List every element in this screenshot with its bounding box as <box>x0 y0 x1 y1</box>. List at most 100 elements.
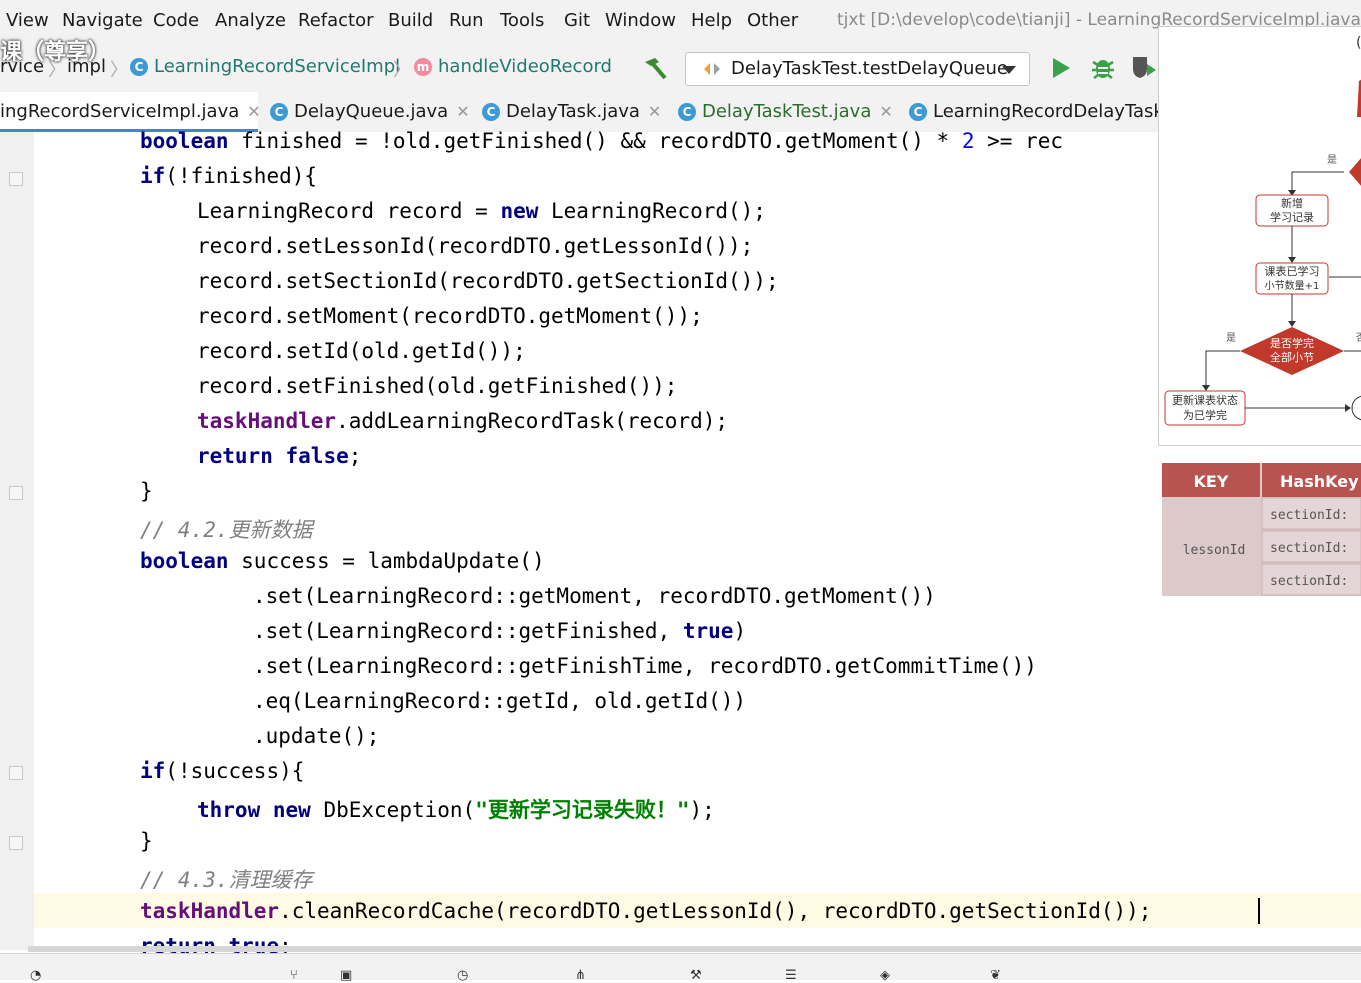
tab-delay-task[interactable]: C DelayTask.java ✕ <box>482 92 662 132</box>
build-tool-icon[interactable]: ⚒ <box>690 968 702 983</box>
fold-marker-icon[interactable] <box>9 836 23 850</box>
menu-view[interactable]: View <box>6 10 49 31</box>
menu-build[interactable]: Build <box>388 10 433 31</box>
coverage-icon[interactable] <box>1130 54 1158 80</box>
flow-no-label: 否 <box>1356 332 1361 344</box>
test-class-icon: C <box>678 103 696 121</box>
table-key-cell: lessonId <box>1183 543 1246 558</box>
flow-yes-label-2: 是 <box>1226 332 1236 344</box>
code-line: .eq(LearningRecord::getId, old.getId()) <box>253 689 747 713</box>
flow-box2-line2: 小节数量+1 <box>1265 279 1320 292</box>
table-hashkey-cell: sectionId: <box>1270 574 1348 589</box>
flow-diamond-line1: 是否学完 <box>1270 336 1314 350</box>
close-icon[interactable]: ✕ <box>456 102 469 121</box>
code-line: } <box>140 479 153 503</box>
code-line: record.setSectionId(recordDTO.getSection… <box>197 269 779 293</box>
flow-diamond-line2: 全部小节 <box>1270 350 1314 364</box>
tab-learning-record-service-impl[interactable]: ingRecordServiceImpl.java ✕ <box>0 92 261 132</box>
code-line: LearningRecord record = new LearningReco… <box>197 199 766 223</box>
breadcrumb-method[interactable]: m handleVideoRecord <box>414 56 612 77</box>
code-editor[interactable]: boolean finished = !old.getFinished() &&… <box>0 129 1361 958</box>
code-line: if(!success){ <box>140 759 305 783</box>
horizontal-scrollbar[interactable] <box>28 946 1361 952</box>
debug-icon[interactable] <box>1090 54 1116 80</box>
code-line: } <box>140 829 153 853</box>
class-icon: C <box>270 103 288 121</box>
code-line: throw new DbException("更新学习记录失败！"); <box>197 798 715 822</box>
table-hashkey-cell: sectionId: <box>1270 508 1348 523</box>
tab-label: DelayTaskTest.java <box>702 101 872 122</box>
code-comment: // 4.2.更新数据 <box>140 518 313 542</box>
tab-delay-queue[interactable]: C DelayQueue.java ✕ <box>270 92 470 132</box>
flow-box1-line2: 学习记录 <box>1270 210 1314 224</box>
build-hammer-icon[interactable] <box>641 54 669 82</box>
flow-box3-line1: 更新课表状态 <box>1172 393 1238 407</box>
chevron-down-icon <box>1002 66 1016 74</box>
class-icon: C <box>130 58 148 76</box>
editor-tab-bar: ingRecordServiceImpl.java ✕ C DelayQueue.j… <box>0 92 1361 133</box>
tab-label: DelayQueue.java <box>294 101 449 122</box>
redis-hash-table-overlay: KEY HashKey lessonId sectionId: sectionI… <box>1162 463 1361 596</box>
code-line: .update(); <box>253 724 380 748</box>
fold-marker-icon[interactable] <box>9 766 23 780</box>
breadcrumb-method-label: handleVideoRecord <box>438 56 612 77</box>
tab-delay-task-test[interactable]: C DelayTaskTest.java ✕ <box>678 92 893 132</box>
menu-analyze[interactable]: Analyze <box>215 10 286 31</box>
flowchart-diagram: ( 是 新增 学习记录 课表已学习 小节数量+1 是 否 是否学完 全部小节 更… <box>1164 35 1361 426</box>
flowchart-overlay: ( 是 新增 学习记录 课表已学习 小节数量+1 是 否 是否学完 全部小节 更… <box>1158 26 1361 446</box>
table-hashkey-cell: sectionId: <box>1270 541 1348 556</box>
code-line: .set(LearningRecord::getMoment, recordDT… <box>253 584 936 608</box>
run-config-label: DelayTaskTest.testDelayQueue <box>731 58 1008 79</box>
menu-navigate[interactable]: Navigate <box>62 10 143 31</box>
redis-hash-table: KEY HashKey lessonId sectionId: sectionI… <box>1162 463 1361 596</box>
menu-other[interactable]: Other <box>747 10 798 31</box>
profiler-tool-icon[interactable]: ◷ <box>457 968 468 983</box>
code-line: record.setMoment(recordDTO.getMoment()); <box>197 304 703 328</box>
statistic-tool-icon[interactable]: ◔ <box>30 968 41 983</box>
tab-learning-record-delay-task-handler[interactable]: C LearningRecordDelayTaskH <box>909 92 1169 132</box>
run-icon[interactable] <box>1050 56 1072 80</box>
services-tool-icon[interactable]: ◈ <box>880 968 890 983</box>
tab-label: LearningRecordDelayTaskH <box>933 101 1169 122</box>
menu-refactor[interactable]: Refactor <box>298 10 374 31</box>
class-icon: C <box>909 103 927 121</box>
chevron-right-icon: 〉 <box>393 60 411 81</box>
code-line: .set(LearningRecord::getFinishTime, reco… <box>253 654 1037 678</box>
run-configuration-select[interactable]: DelayTaskTest.testDelayQueue <box>685 52 1030 86</box>
code-line: if(!finished){ <box>140 164 318 188</box>
fold-marker-icon[interactable] <box>9 172 23 186</box>
code-line: boolean success = lambdaUpdate() <box>140 549 545 573</box>
menu-run[interactable]: Run <box>449 10 484 31</box>
menu-tools[interactable]: Tools <box>500 10 544 31</box>
menu-code[interactable]: Code <box>153 10 199 31</box>
flow-yes-label: 是 <box>1327 154 1337 166</box>
close-icon[interactable]: ✕ <box>648 102 661 121</box>
table-header-key: KEY <box>1194 472 1229 491</box>
close-icon[interactable]: ✕ <box>879 102 892 121</box>
spring-tool-icon[interactable]: ❦ <box>990 968 1001 983</box>
todo-tool-icon[interactable]: ☰ <box>785 968 797 983</box>
menu-bar: View Navigate Code Analyze Refactor Buil… <box>0 0 1361 44</box>
code-line: .set(LearningRecord::getFinished, true) <box>253 619 747 643</box>
code-comment: // 4.3.清理缓存 <box>140 868 313 892</box>
flow-box1-line1: 新增 <box>1281 196 1303 210</box>
navigation-bar: rvice 〉 impl 〉 C LearningRecordServiceImp… <box>0 44 1361 92</box>
flow-box2-line1: 课表已学习 <box>1265 264 1320 278</box>
method-icon: m <box>414 58 432 76</box>
video-watermark: 课（尊享） <box>0 40 111 65</box>
menu-help[interactable]: Help <box>691 10 732 31</box>
close-icon[interactable]: ✕ <box>247 102 260 121</box>
breadcrumb-class-label: LearningRecordServiceImpl <box>154 56 401 77</box>
tab-label: ingRecordServiceImpl.java <box>0 101 240 122</box>
fold-marker-icon[interactable] <box>9 486 23 500</box>
terminal-tool-icon[interactable]: ▣ <box>340 968 352 983</box>
menu-window[interactable]: Window <box>605 10 676 31</box>
menu-git[interactable]: Git <box>564 10 590 31</box>
breadcrumb-class[interactable]: C LearningRecordServiceImpl <box>130 56 400 77</box>
git-tool-icon[interactable]: ⑂ <box>290 968 298 983</box>
chevron-right-icon: 〉 <box>110 60 128 81</box>
endpoints-tool-icon[interactable]: ⋔ <box>575 968 586 983</box>
code-line: taskHandler.addLearningRecordTask(record… <box>197 409 729 433</box>
tool-window-bar: ◔ ⑂ ▣ ◷ ⋔ ⚒ ☰ ◈ ❦ <box>0 953 1361 983</box>
editor-gutter <box>0 132 34 950</box>
